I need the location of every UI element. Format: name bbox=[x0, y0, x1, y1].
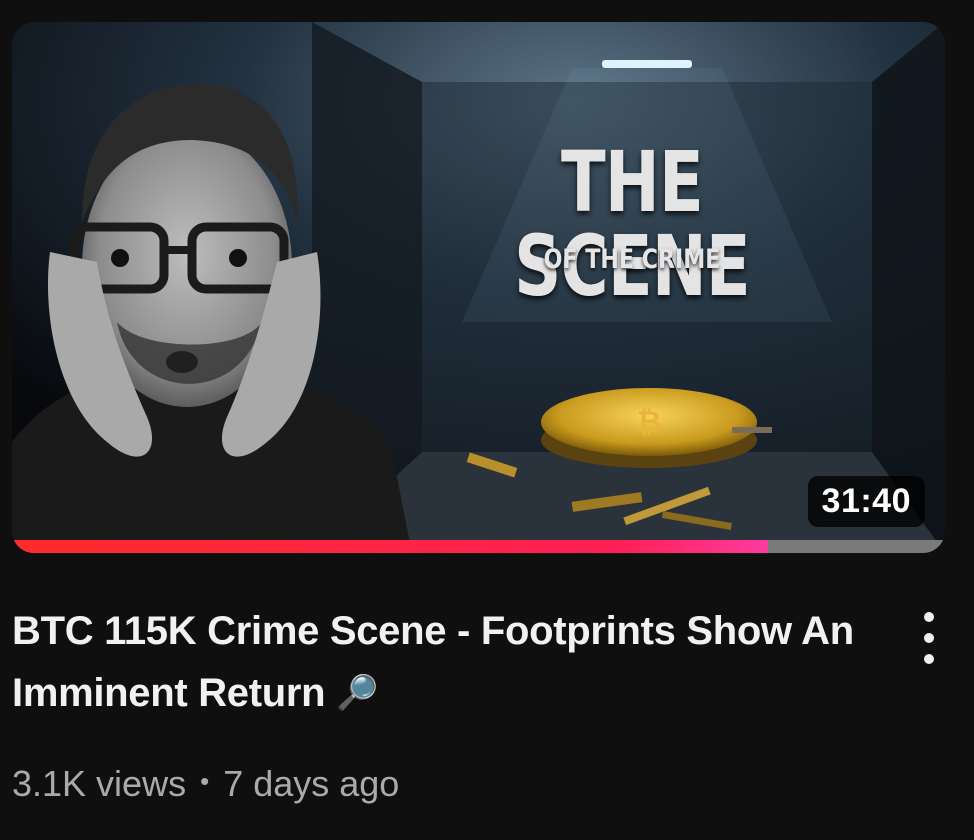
more-vertical-icon-dot bbox=[924, 654, 934, 664]
watch-progress-fill bbox=[12, 540, 768, 553]
upload-date: 7 days ago bbox=[223, 763, 400, 804]
video-title-text: BTC 115K Crime Scene - Footprints Show A… bbox=[12, 609, 854, 715]
svg-text:₿: ₿ bbox=[637, 405, 661, 440]
video-metadata: 3.1K views • 7 days ago bbox=[12, 763, 399, 805]
more-vertical-icon-dot bbox=[924, 633, 934, 643]
meta-separator: • bbox=[200, 766, 210, 796]
video-thumbnail[interactable]: ₿ THE SCENE OF THE CRIME 31:40 bbox=[12, 22, 945, 553]
view-count: 3.1K views bbox=[12, 763, 187, 804]
thumbnail-headline: THE SCENE bbox=[514, 133, 751, 315]
more-options-button[interactable] bbox=[906, 606, 952, 670]
thumbnail-subheadline: OF THE CRIME bbox=[543, 244, 721, 275]
magnifier-icon: 🔎 bbox=[336, 674, 379, 712]
more-vertical-icon bbox=[924, 612, 934, 622]
video-title[interactable]: BTC 115K Crime Scene - Footprints Show A… bbox=[12, 600, 872, 724]
watch-progress-bar bbox=[12, 540, 945, 553]
duration-badge: 31:40 bbox=[807, 476, 925, 527]
